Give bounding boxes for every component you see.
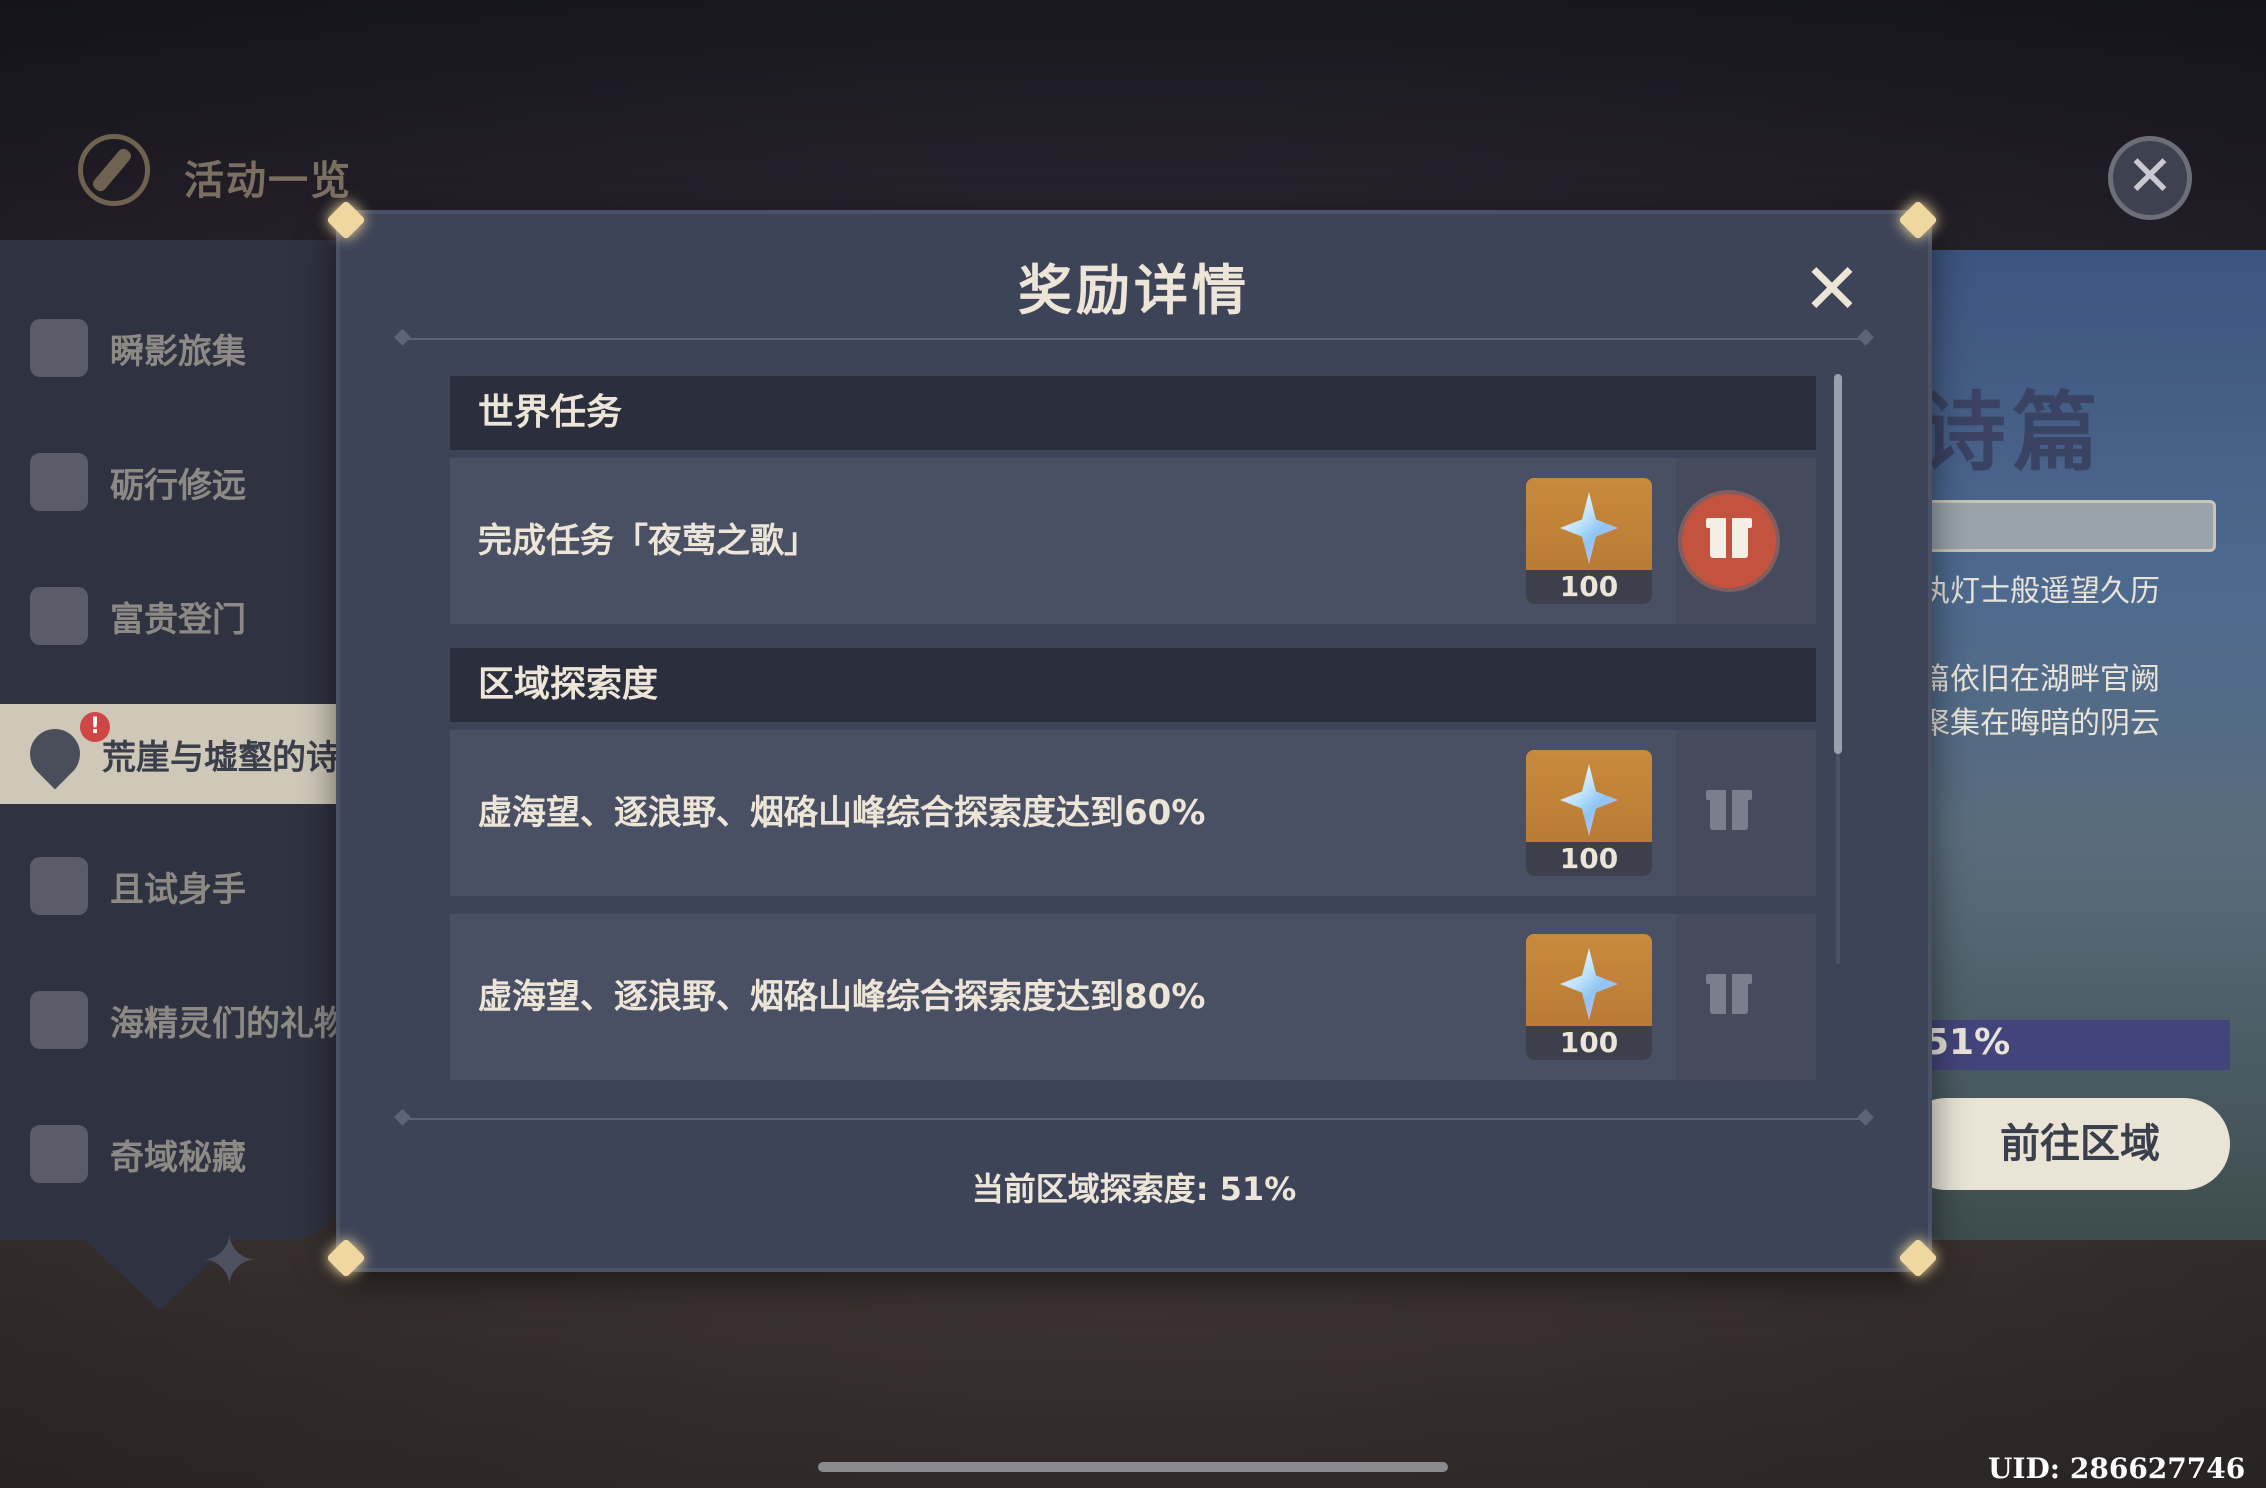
sidebar-item-label: 瞬影旅集 [110,331,246,372]
divider [394,1104,1874,1129]
modal-title: 奖励详情 [1018,259,1250,322]
reward-count: 100 [1526,1026,1652,1060]
task-label: 虚海望、逐浪野、烟硌山峰综合探索度达到60% [478,793,1206,833]
sidebar-item-label: 且试身手 [110,869,246,910]
section-heading: 世界任务 [450,376,1816,450]
uid-label: UID: 286627746 [1988,1452,2246,1485]
home-indicator[interactable] [818,1462,1448,1472]
scrollbar-track[interactable] [1836,754,1840,964]
camera-icon [30,319,88,377]
event-text-line: 篇依旧在湖畔官阙 [1920,662,2160,697]
sidebar-item-label: 奇域秘藏 [110,1137,246,1178]
progress-text: 51% [1924,1022,2011,1063]
reward-list[interactable]: 世界任务 完成任务「夜莺之歌」 100 区域探索度 虚海望、逐浪野、烟硌山峰综合… [450,376,1816,1106]
gift-icon [1710,790,1748,830]
reward-count: 100 [1526,842,1652,876]
primogem-reward[interactable]: 100 [1526,478,1652,604]
event-text-line: 聚集在晦暗的阴云 [1920,706,2160,741]
primogem-reward[interactable]: 100 [1526,934,1652,1060]
corner-ornament-icon [328,1240,368,1280]
sidebar-item-label: 荒崖与墟壑的诗 [102,737,340,778]
exploration-status: 当前区域探索度: 51% [971,1170,1297,1208]
corner-ornament-icon [1900,1240,1940,1280]
sidebar-item-trial[interactable]: 且试身手 [30,846,340,926]
corner-ornament-icon [328,202,368,242]
sidebar-item-label: 海精灵们的礼物 [110,1003,340,1044]
gift-icon [1710,518,1748,558]
calendar-star-icon [30,587,88,645]
task-label: 完成任务「夜莺之歌」 [478,521,818,561]
sparkle-icon [30,1125,88,1183]
gift-icon [1710,974,1748,1014]
cards-icon [30,857,88,915]
event-text-line: 执灯士般遥望久历 [1920,574,2160,609]
task-row: 虚海望、逐浪野、烟硌山峰综合探索度达到80% 100 [450,914,1816,1080]
close-icon[interactable]: ✕ [2108,136,2192,220]
sidebar-item-secret-realm[interactable]: 奇域秘藏 [30,1114,340,1194]
sidebar-item-training[interactable]: 砺行修远 [30,442,340,522]
sidebar-item-snapshot[interactable]: 瞬影旅集 [30,308,340,388]
scrollbar-thumb[interactable] [1834,374,1842,754]
reward-count: 100 [1526,570,1652,604]
primogem-icon [1560,764,1618,836]
event-detail-panel: 诗篇 执灯士般遥望久历 篇依旧在湖畔官阙 聚集在晦暗的阴云 51% 前往区域 [1920,250,2266,1240]
corner-ornament-icon [1900,202,1940,242]
primogem-reward[interactable]: 100 [1526,750,1652,876]
task-row: 完成任务「夜莺之歌」 100 [450,458,1816,624]
go-to-region-button[interactable]: 前往区域 [1920,1098,2230,1190]
sidebar-item-label: 砺行修远 [110,465,246,506]
event-subtitle-bar [1920,500,2216,552]
primogem-icon [1560,492,1618,564]
star-ornament-icon: ✦ [200,1220,259,1302]
claim-gift-button[interactable] [1682,494,1776,588]
badge-icon [30,453,88,511]
modal-close-icon[interactable]: ✕ [1796,254,1868,328]
alert-badge: ! [80,712,110,742]
event-title: 诗篇 [1920,383,2104,483]
task-row: 虚海望、逐浪野、烟硌山峰综合探索度达到60% 100 [450,730,1816,896]
sidebar-item-sea-spirits[interactable]: 海精灵们的礼物 [30,980,340,1060]
section-heading: 区域探索度 [450,648,1816,722]
page-title: 活动一览 [184,158,352,204]
compass-icon [78,134,150,206]
divider [394,324,1874,349]
locked-gift-icon [1682,766,1776,860]
sidebar-item-cliff-poem[interactable]: ! 荒崖与墟壑的诗 [0,704,340,804]
task-label: 虚海望、逐浪野、烟硌山峰综合探索度达到80% [478,977,1206,1017]
sidebar-item-fortune[interactable]: 富贵登门 [30,576,340,656]
sidebar-item-label: 富贵登门 [110,599,246,640]
primogem-icon [1560,948,1618,1020]
locked-gift-icon [1682,950,1776,1044]
reward-details-modal: 奖励详情 ✕ 世界任务 完成任务「夜莺之歌」 100 区域探索度 虚海望、逐浪野… [340,214,1928,1268]
exclamation-icon [30,991,88,1049]
